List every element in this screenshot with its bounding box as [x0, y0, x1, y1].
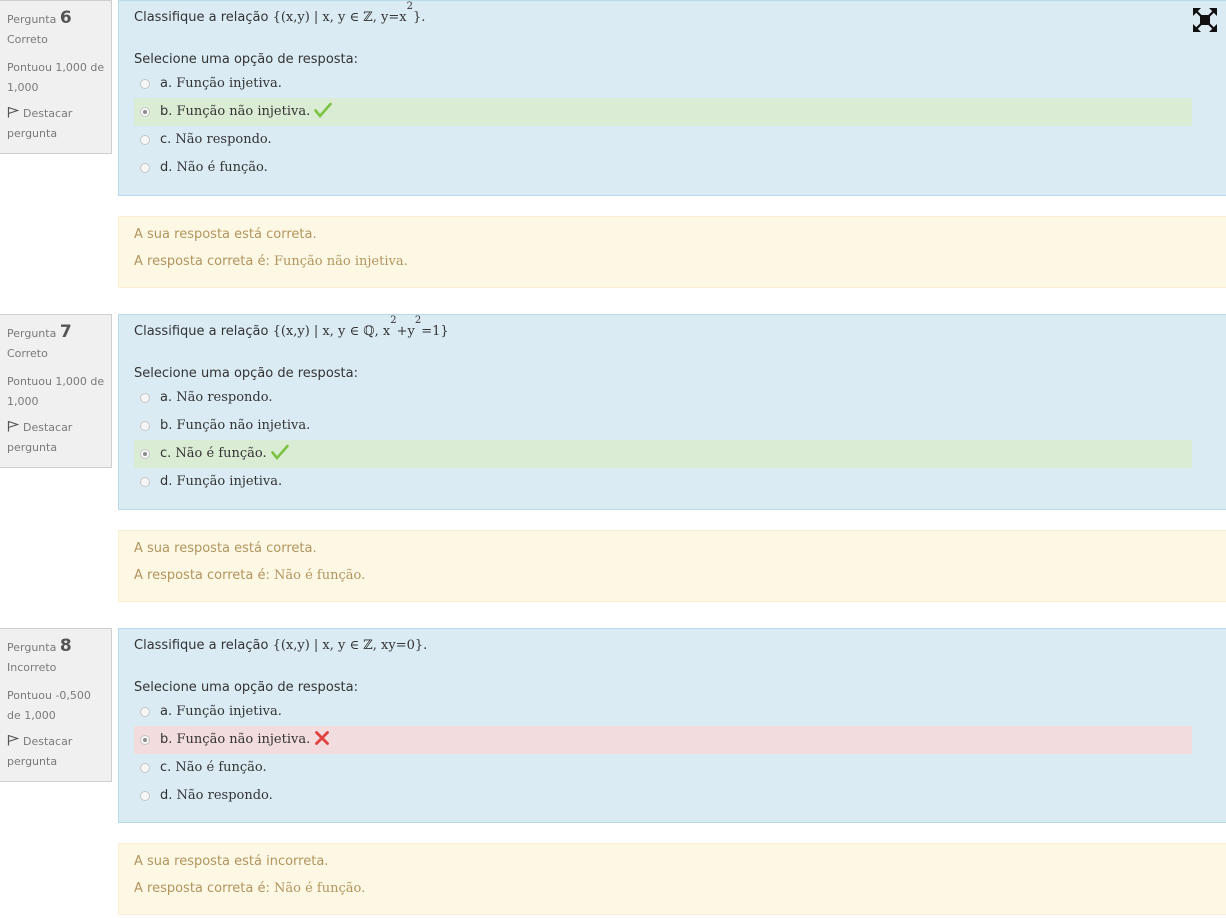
answer-prompt: Selecione uma opção de resposta:: [134, 366, 358, 381]
question-grade: Pontuou -0,500 de 1,000: [7, 689, 91, 722]
question-word: Pergunta: [7, 641, 57, 654]
radio-button[interactable]: [140, 421, 150, 431]
question-state: Correto: [7, 33, 48, 46]
check-icon: [270, 444, 289, 460]
radio-button[interactable]: [140, 135, 150, 145]
feedback-text: A sua resposta está incorreta.: [134, 854, 329, 869]
answer-option-b[interactable]: b. Função não injetiva.: [134, 412, 1192, 440]
answer-list: a. Não respondo. b. Função não injetiva.…: [134, 384, 1192, 496]
answer-option-b[interactable]: b. Função não injetiva.: [134, 726, 1192, 754]
answer-option-a[interactable]: a. Função injetiva.: [134, 698, 1192, 726]
question-number: 6: [59, 8, 72, 28]
radio-button[interactable]: [140, 79, 150, 89]
check-icon: [314, 102, 333, 118]
radio-button[interactable]: [140, 477, 150, 487]
flag-question-link[interactable]: Destacar pergunta: [7, 418, 105, 458]
question-number: 8: [59, 636, 72, 656]
flag-icon: [7, 734, 19, 746]
feedback-text: A sua resposta está correta.: [134, 541, 317, 556]
radio-button[interactable]: [140, 163, 150, 173]
answer-option-c[interactable]: c. Não é função.: [134, 754, 1192, 782]
question-grade: Pontuou 1,000 de 1,000: [7, 375, 105, 408]
answer-option-a[interactable]: a. Não respondo.: [134, 384, 1192, 412]
flag-icon: [7, 420, 19, 432]
question-text: Classifique a relação {(x,y) | x, y ∈ ℤ,…: [134, 638, 428, 653]
answer-prompt: Selecione uma opção de resposta:: [134, 680, 358, 695]
answer-option-b[interactable]: b. Função não injetiva.: [134, 98, 1192, 126]
question-text: Classifique a relação {(x,y) | x, y ∈ ℤ,…: [134, 1, 426, 25]
right-answer-text: A resposta correta é: Função não injetiv…: [134, 254, 408, 269]
question-formulation: Classifique a relação {(x,y) | x, y ∈ ℚ,…: [118, 314, 1226, 510]
question-number: 7: [59, 322, 72, 342]
right-answer-text: A resposta correta é: Não é função.: [134, 568, 366, 583]
answer-list: a. Função injetiva. b. Função não injeti…: [134, 70, 1192, 182]
radio-button[interactable]: [140, 791, 150, 801]
feedback-box: A sua resposta está correta. A resposta …: [118, 530, 1226, 602]
question-state: Incorreto: [7, 661, 57, 674]
answer-list: a. Função injetiva. b. Função não injeti…: [134, 698, 1192, 810]
feedback-box: A sua resposta está correta. A resposta …: [118, 216, 1226, 288]
question-formulation: Classifique a relação {(x,y) | x, y ∈ ℤ,…: [118, 0, 1226, 196]
answer-option-d[interactable]: d. Não respondo.: [134, 782, 1192, 810]
flag-icon: [7, 106, 19, 118]
answer-option-d[interactable]: d. Não é função.: [134, 154, 1192, 182]
question-info: Pergunta 8 Incorreto Pontuou -0,500 de 1…: [0, 628, 112, 782]
fullscreen-expand-icon[interactable]: [1192, 7, 1218, 33]
radio-button-checked[interactable]: [140, 449, 150, 459]
question-word: Pergunta: [7, 327, 57, 340]
answer-option-c[interactable]: c. Não respondo.: [134, 126, 1192, 154]
radio-button[interactable]: [140, 707, 150, 717]
radio-button[interactable]: [140, 393, 150, 403]
question-word: Pergunta: [7, 13, 57, 26]
radio-button-checked[interactable]: [140, 107, 150, 117]
question-text: Classifique a relação {(x,y) | x, y ∈ ℚ,…: [134, 315, 449, 339]
question-formulation: Classifique a relação {(x,y) | x, y ∈ ℤ,…: [118, 628, 1226, 823]
radio-button-checked[interactable]: [140, 735, 150, 745]
feedback-box: A sua resposta está incorreta. A respost…: [118, 843, 1226, 915]
answer-prompt: Selecione uma opção de resposta:: [134, 52, 358, 67]
flag-question-link[interactable]: Destacar pergunta: [7, 104, 105, 144]
answer-option-d[interactable]: d. Função injetiva.: [134, 468, 1192, 496]
question-state: Correto: [7, 347, 48, 360]
flag-question-link[interactable]: Destacar pergunta: [7, 732, 105, 772]
answer-option-a[interactable]: a. Função injetiva.: [134, 70, 1192, 98]
answer-option-c[interactable]: c. Não é função.: [134, 440, 1192, 468]
right-answer-text: A resposta correta é: Não é função.: [134, 881, 366, 896]
cross-icon: [315, 731, 330, 745]
question-info: Pergunta 6 Correto Pontuou 1,000 de 1,00…: [0, 0, 112, 154]
feedback-text: A sua resposta está correta.: [134, 227, 317, 242]
question-grade: Pontuou 1,000 de 1,000: [7, 61, 105, 94]
question-info: Pergunta 7 Correto Pontuou 1,000 de 1,00…: [0, 314, 112, 468]
radio-button[interactable]: [140, 763, 150, 773]
